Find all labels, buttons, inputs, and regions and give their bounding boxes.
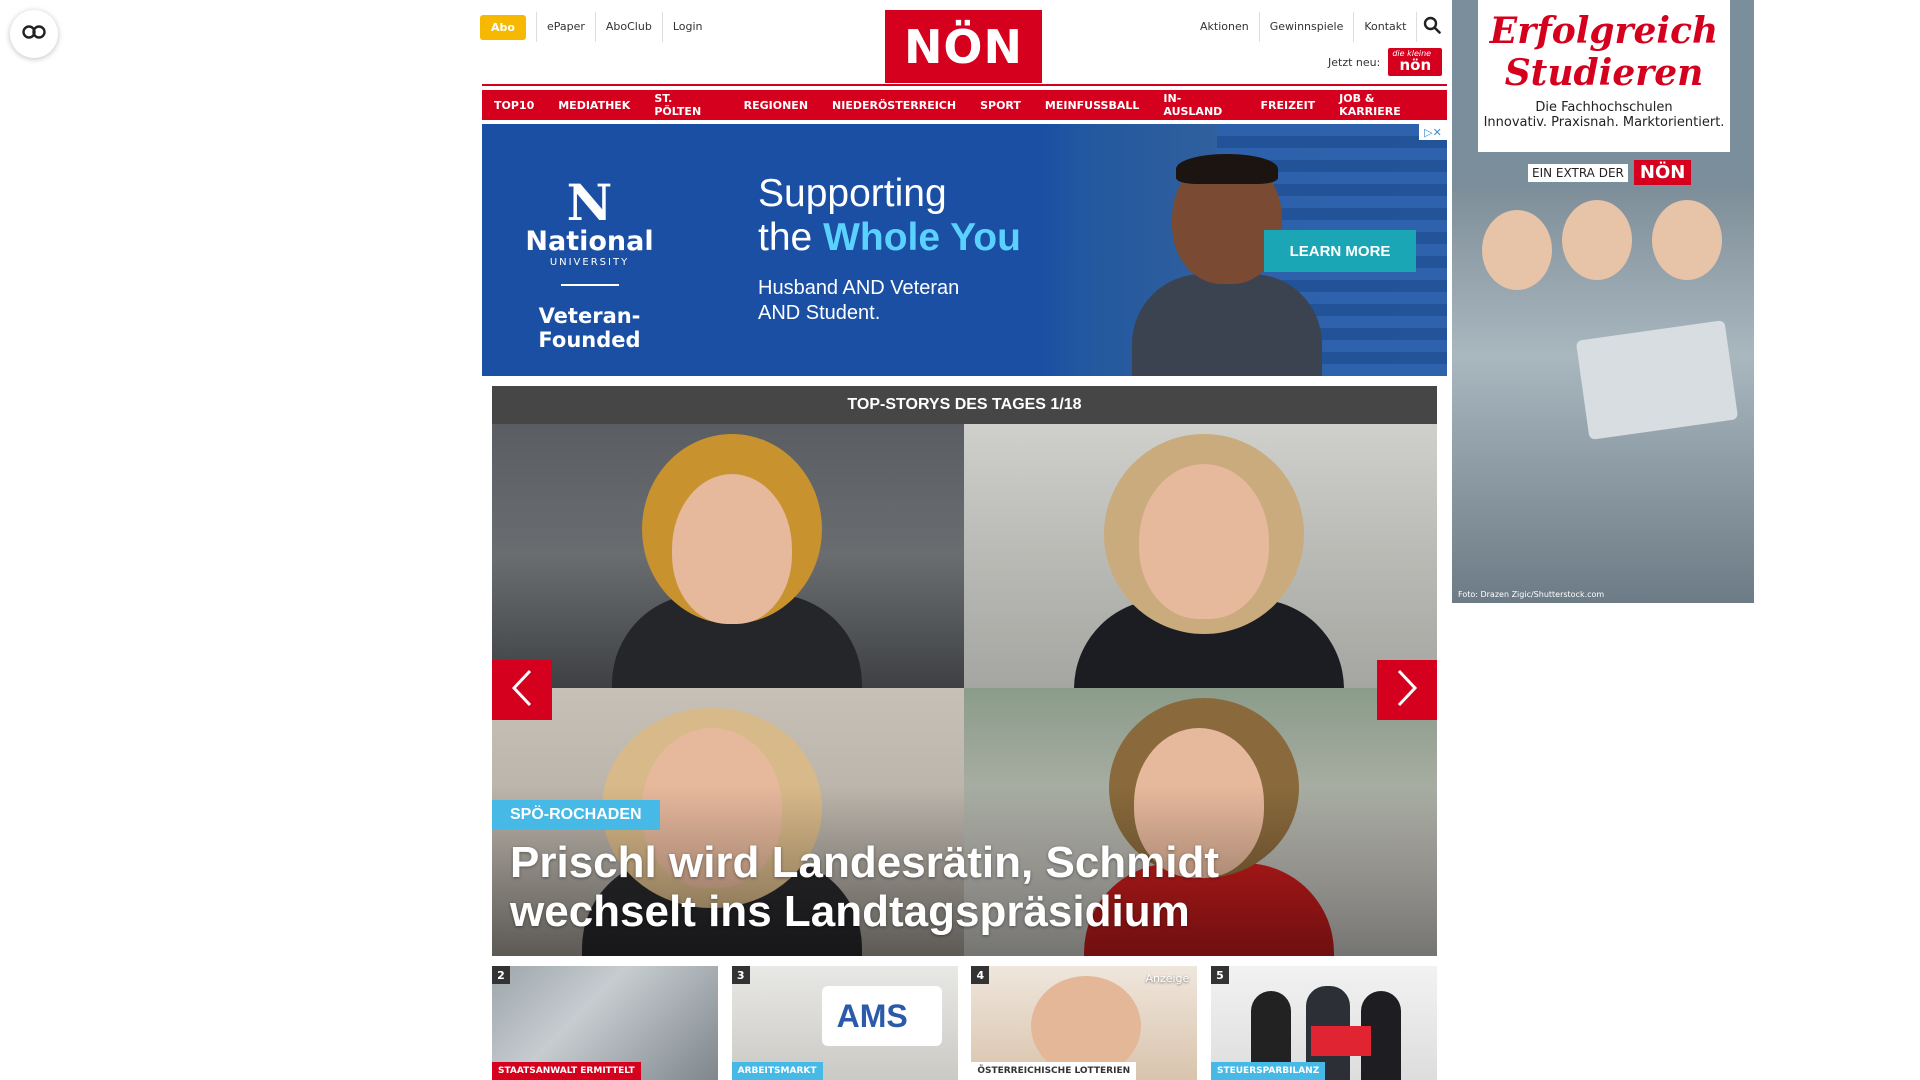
photo-credit: Foto: Drazen Zigic/Shutterstock.com — [1458, 590, 1605, 599]
epaper-link[interactable]: ePaper — [535, 12, 595, 42]
nu-divider — [560, 284, 619, 286]
side-ad-photo: Foto: Drazen Zigic/Shutterstock.com — [1452, 190, 1754, 603]
nav-freizeit[interactable]: FREIZEIT — [1248, 90, 1328, 120]
thumb-story-5[interactable]: 5 STEUERSPARBILANZ — [1210, 966, 1437, 1080]
slider-next-button[interactable] — [1377, 660, 1437, 720]
top-ad-banner[interactable]: N National UNIVERSITY Veteran-Founded Su… — [482, 124, 1447, 376]
side-ad-sub-1: Die Fachhochschulen — [1535, 100, 1673, 115]
reader-mode-button[interactable] — [10, 10, 58, 58]
glasses-icon — [21, 24, 47, 44]
header-right-links: Aktionen Gewinnspiele Kontakt — [1190, 12, 1446, 42]
top-stories-heading: TOP-STORYS DES TAGES 1/18 — [492, 386, 1437, 424]
kleine-noen-mini: die kleine — [1392, 49, 1432, 58]
abo-button[interactable]: Abo — [480, 14, 526, 40]
nav-sport[interactable]: SPORT — [968, 90, 1033, 120]
site-logo[interactable]: NÖN — [885, 10, 1042, 83]
header-top-links: Abo ePaper AboClub Login — [480, 12, 713, 42]
banner-sub-2: AND Student. — [758, 302, 881, 324]
chevron-right-icon — [1395, 669, 1419, 711]
kontakt-link[interactable]: Kontakt — [1353, 12, 1416, 42]
story-photo-1 — [492, 424, 964, 688]
banner-headline-2b: Whole You — [823, 216, 1021, 259]
side-ad-title-2: Studieren — [1504, 52, 1704, 94]
aktionen-link[interactable]: Aktionen — [1190, 12, 1259, 42]
logo-text: NÖN — [903, 19, 1024, 74]
national-university-logo: N National UNIVERSITY Veteran-Founded — [522, 173, 657, 353]
banner-headline-1: Supporting — [758, 172, 947, 215]
side-ad[interactable]: Foto: Drazen Zigic/Shutterstock.com Erfo… — [1452, 0, 1754, 603]
nu-brand: National — [525, 226, 654, 257]
aboclub-link[interactable]: AboClub — [594, 12, 662, 42]
thumb-story-4[interactable]: 4 Anzeige ÖSTERREICHISCHE LOTTERIEN — [971, 966, 1198, 1080]
kleine-noen-text: nön — [1399, 56, 1432, 74]
nav-regionen[interactable]: REGIONEN — [731, 90, 821, 120]
search-button[interactable] — [1416, 12, 1446, 42]
thumb-label: STAATSANWALT ERMITTELT — [492, 1062, 641, 1080]
side-ad-title-1: Erfolgreich — [1489, 10, 1719, 52]
banner-headline-2a: the — [758, 216, 824, 259]
adchoices-icon[interactable]: ▷✕ — [1419, 124, 1447, 140]
nav-st-poelten[interactable]: ST. PÖLTEN — [642, 90, 732, 120]
slider-prev-button[interactable] — [492, 660, 552, 720]
thumb-number: 5 — [1210, 966, 1229, 984]
nu-mark: N — [566, 173, 613, 232]
thumb-label: STEUERSPARBILANZ — [1210, 1062, 1326, 1080]
nav-meinfussball[interactable]: MEINFUSSBALL — [1032, 90, 1152, 120]
thumb-number: 3 — [731, 966, 750, 984]
top-stories-slider[interactable]: TOP-STORYS DES TAGES 1/18 SPÖ-ROCHADEN P… — [492, 386, 1437, 956]
thumb-label: ÖSTERREICHISCHE LOTTERIEN — [971, 1062, 1137, 1080]
story-title[interactable]: Prischl wird Landesrätin, Schmidt wechse… — [510, 838, 1410, 936]
gewinnspiele-link[interactable]: Gewinnspiele — [1258, 12, 1354, 42]
story-photo-2 — [964, 424, 1437, 688]
nav-job-karriere[interactable]: JOB & KARRIERE — [1327, 90, 1448, 120]
nav-top10[interactable]: TOP10 — [482, 90, 547, 120]
extra-logo: NÖN — [1633, 160, 1692, 185]
nu-brand-sub: UNIVERSITY — [549, 257, 630, 268]
side-ad-text-box: Erfolgreich Studieren Die Fachhochschule… — [1478, 0, 1730, 152]
thumb-number: 4 — [971, 966, 990, 984]
kleine-noen-logo: die kleine nön — [1388, 48, 1443, 76]
story-tag[interactable]: SPÖ-ROCHADEN — [492, 800, 660, 830]
chevron-left-icon — [510, 669, 534, 711]
side-ad-extra: EIN EXTRA DER NÖN — [1528, 160, 1692, 185]
banner-subtext: Husband AND Veteran AND Student. — [758, 276, 959, 326]
thumb-label: ARBEITSMARKT — [731, 1062, 823, 1080]
thumb-ad-label: Anzeige — [1145, 972, 1190, 985]
banner-headline: Supporting the Whole You — [758, 172, 1021, 260]
jetzt-neu[interactable]: Jetzt neu: die kleine nön — [1328, 48, 1443, 76]
nav-in-ausland[interactable]: IN-AUSLAND — [1151, 90, 1249, 120]
side-ad-sub-2: Innovativ. Praxisnah. Marktorientiert. — [1483, 115, 1725, 130]
header-divider — [482, 84, 1447, 86]
main-nav: TOP10 MEDIATHEK ST. PÖLTEN REGIONEN NIED… — [482, 90, 1448, 120]
thumb-story-2[interactable]: 2 STAATSANWALT ERMITTELT — [492, 966, 718, 1080]
banner-sub-1: Husband AND Veteran — [758, 277, 960, 299]
thumb-number: 2 — [492, 966, 510, 984]
thumb-story-3[interactable]: AMS 3 ARBEITSMARKT — [731, 966, 958, 1080]
search-icon — [1423, 16, 1441, 38]
story-thumbnails: 2 STAATSANWALT ERMITTELT AMS 3 ARBEITSMA… — [492, 966, 1437, 1080]
jetzt-neu-label: Jetzt neu: — [1328, 55, 1381, 69]
nav-mediathek[interactable]: MEDIATHEK — [546, 90, 643, 120]
nu-tagline: Veteran-Founded — [538, 304, 641, 352]
learn-more-button[interactable]: LEARN MORE — [1264, 230, 1416, 272]
login-link[interactable]: Login — [661, 12, 713, 42]
nav-niederoesterreich[interactable]: NIEDERÖSTERREICH — [820, 90, 969, 120]
extra-label: EIN EXTRA DER — [1528, 163, 1628, 182]
